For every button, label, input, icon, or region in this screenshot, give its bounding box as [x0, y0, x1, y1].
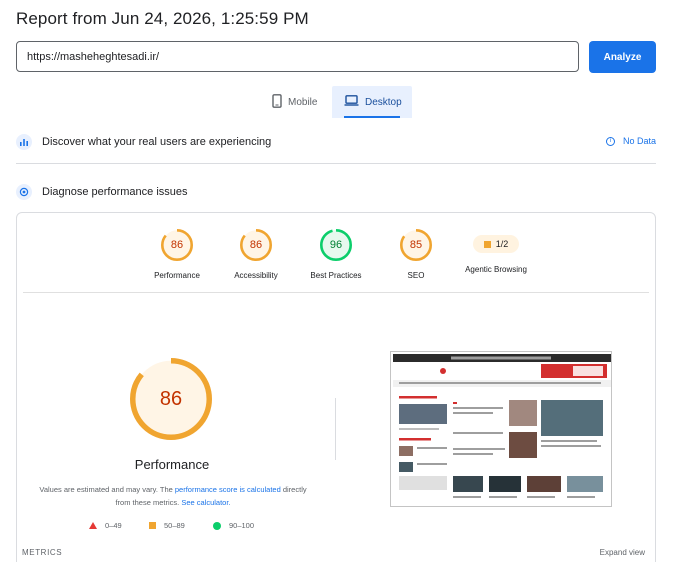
- score-calculated-link[interactable]: performance score is calculated: [175, 485, 281, 494]
- users-chart-icon: [16, 134, 32, 150]
- gauge-performance[interactable]: 86 Performance: [137, 229, 217, 280]
- agentic-score-pill: 1/2: [473, 235, 519, 253]
- score-ring: 86: [240, 229, 272, 261]
- average-square-icon: [149, 522, 156, 529]
- section-divider: [16, 163, 656, 164]
- tab-desktop[interactable]: Desktop: [332, 86, 412, 118]
- info-icon: i: [605, 136, 615, 146]
- expand-view-link[interactable]: Expand view: [600, 548, 645, 557]
- score-ring: 96: [320, 229, 352, 261]
- tab-mobile-label: Mobile: [288, 96, 318, 108]
- fail-triangle-icon: [89, 522, 97, 529]
- see-calculator-link[interactable]: See calculator.: [181, 498, 230, 507]
- pass-circle-icon: [213, 521, 221, 530]
- no-data-link[interactable]: i No Data: [605, 136, 656, 146]
- no-data-label: No Data: [622, 136, 656, 146]
- gauge-label: SEO: [407, 271, 425, 280]
- vertical-divider: [335, 398, 336, 460]
- diagnose-section: Diagnose performance issues: [16, 184, 188, 200]
- smartphone-icon: [272, 93, 282, 111]
- average-square-icon: [483, 240, 491, 248]
- tab-mobile[interactable]: Mobile: [260, 86, 329, 118]
- gauge-score: 96: [329, 239, 343, 251]
- discover-label: Discover what your real users are experi…: [42, 136, 272, 148]
- big-gauge-score: 86: [159, 388, 183, 410]
- report-card: 86 Performance 86 Accessibility 96 Best …: [16, 212, 656, 562]
- desc-prefix: Values are estimated and may vary. The: [39, 485, 175, 494]
- gauge-score: 86: [249, 239, 263, 251]
- legend-average: 50–89: [149, 521, 185, 530]
- gauge-seo[interactable]: 85 SEO: [376, 229, 456, 280]
- analyze-button[interactable]: Analyze: [589, 41, 656, 73]
- legend-range: 0–49: [105, 521, 122, 530]
- gauge-label: Accessibility: [234, 271, 278, 280]
- performance-label: Performance: [134, 457, 210, 472]
- active-tab-indicator: [344, 116, 400, 118]
- gauge-label: Agentic Browsing: [465, 265, 527, 274]
- laptop-icon: [344, 95, 359, 109]
- legend-range: 90–100: [229, 521, 255, 530]
- tab-desktop-label: Desktop: [365, 96, 402, 108]
- gauge-accessibility[interactable]: 86 Accessibility: [216, 229, 296, 280]
- lighthouse-icon: [16, 184, 32, 200]
- metrics-heading: METRICS: [22, 548, 63, 557]
- page-screenshot-image: [391, 352, 611, 506]
- gauge-score: 86: [170, 239, 184, 251]
- diagnose-label: Diagnose performance issues: [42, 186, 188, 198]
- performance-big-gauge: 86: [130, 358, 212, 440]
- performance-description: Values are estimated and may vary. The p…: [37, 483, 309, 509]
- score-ring: 85: [400, 229, 432, 261]
- gauge-label: Best Practices: [310, 271, 362, 280]
- agentic-score: 1/2: [495, 239, 509, 249]
- page-screenshot-thumbnail: [390, 351, 612, 507]
- gauge-score: 85: [409, 239, 423, 251]
- legend-pass: 90–100: [213, 521, 254, 530]
- report-title: Report from Jun 24, 2026, 1:25:59 PM: [16, 9, 309, 28]
- discover-section: Discover what your real users are experi…: [16, 134, 656, 150]
- gauge-best-practices[interactable]: 96 Best Practices: [296, 229, 376, 280]
- gauge-label: Performance: [154, 271, 200, 280]
- gauges-divider: [23, 292, 649, 293]
- legend-range: 50–89: [164, 521, 185, 530]
- legend-fail: 0–49: [89, 521, 122, 530]
- score-ring: 86: [161, 229, 193, 261]
- url-input[interactable]: [16, 41, 579, 72]
- gauge-agentic-browsing[interactable]: 1/2 Agentic Browsing: [456, 229, 536, 274]
